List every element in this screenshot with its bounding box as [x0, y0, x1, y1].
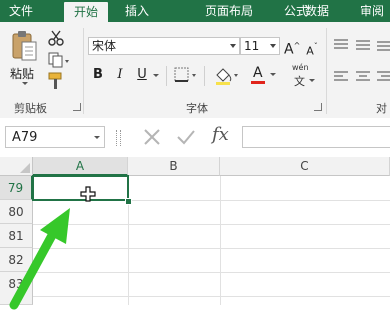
tab-review[interactable]: 审阅	[354, 0, 390, 22]
tab-data[interactable]: 数据	[300, 0, 334, 22]
paste-button[interactable]: 粘贴	[6, 30, 44, 90]
select-all-corner[interactable]	[0, 157, 33, 176]
bottom-align-icon[interactable]	[376, 38, 390, 52]
align-center-icon[interactable]	[355, 70, 371, 84]
name-box[interactable]: A79	[5, 126, 105, 148]
align-left-icon[interactable]	[333, 70, 349, 84]
tab-home[interactable]: 开始	[64, 2, 108, 22]
column-header-a[interactable]: A	[33, 157, 128, 176]
middle-align-icon[interactable]	[355, 38, 371, 52]
cut-icon[interactable]	[48, 30, 64, 46]
enter-icon[interactable]	[176, 128, 196, 146]
font-group-label: 字体	[186, 102, 208, 115]
shrink-font-button[interactable]: Aˇ	[304, 38, 320, 57]
column-header-c[interactable]: C	[220, 157, 390, 176]
name-box-value: A79	[12, 130, 38, 145]
fill-color-icon[interactable]	[214, 66, 240, 86]
ribbon-tab-bar: 文件 开始 插入 页面布局 公式 数据 审阅	[0, 0, 390, 22]
tab-page-layout[interactable]: 页面布局	[196, 0, 262, 22]
cancel-icon[interactable]	[143, 128, 161, 146]
fill-handle[interactable]	[125, 198, 132, 205]
column-header-b[interactable]: B	[128, 157, 220, 176]
font-name-value: 宋体	[92, 39, 117, 53]
grow-font-button[interactable]: A^	[284, 37, 300, 57]
top-align-icon[interactable]	[333, 38, 349, 52]
copy-icon[interactable]	[48, 52, 70, 68]
font-size-combo[interactable]: 11	[240, 37, 280, 55]
tab-file[interactable]: 文件	[0, 0, 42, 22]
italic-button[interactable]: I	[112, 66, 128, 84]
font-color-icon: A	[253, 65, 263, 81]
underline-button[interactable]: U	[134, 66, 150, 84]
phonetic-icon: wén	[292, 63, 309, 72]
formula-input[interactable]	[242, 126, 390, 148]
border-icon[interactable]	[174, 67, 198, 85]
font-size-value: 11	[244, 39, 260, 53]
font-color-button[interactable]: A	[250, 64, 276, 86]
tab-insert[interactable]: 插入	[118, 0, 156, 22]
font-name-combo[interactable]: 宋体	[88, 37, 240, 55]
bold-button[interactable]: B	[90, 66, 106, 84]
alignment-group-label: 对	[376, 102, 387, 115]
fx-icon[interactable]: fx	[212, 124, 229, 145]
green-arrow-icon	[9, 208, 70, 310]
paste-label: 粘贴	[10, 67, 35, 81]
paste-icon	[12, 31, 37, 61]
clipboard-dialog-launcher[interactable]	[73, 103, 81, 111]
align-right-icon[interactable]	[376, 70, 390, 84]
phonetic-button[interactable]: wén 文	[292, 63, 316, 89]
row-header-79[interactable]: 79	[0, 176, 33, 200]
font-dialog-launcher[interactable]	[314, 103, 322, 111]
format-painter-icon[interactable]	[48, 72, 66, 90]
clipboard-group-label: 剪贴板	[14, 102, 47, 115]
cell-cursor-icon	[80, 186, 96, 202]
